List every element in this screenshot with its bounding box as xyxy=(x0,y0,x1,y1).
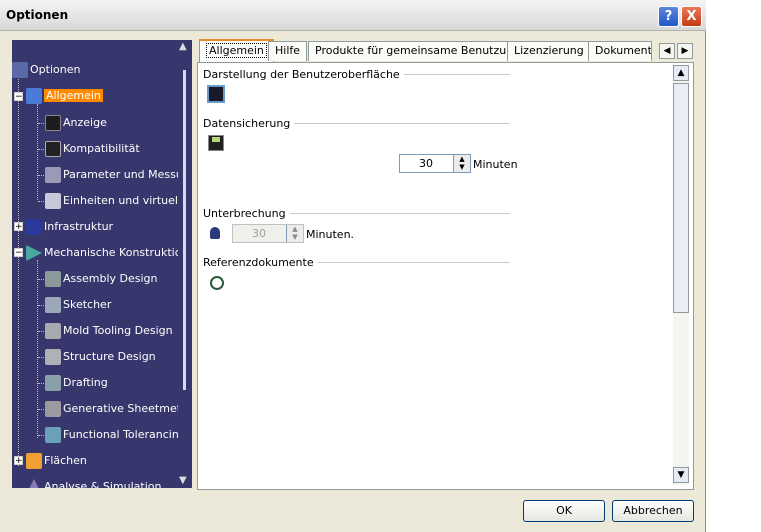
surfaces-icon xyxy=(26,453,42,469)
tab-hilfe[interactable]: Hilfe xyxy=(268,41,308,61)
analysis-icon xyxy=(26,479,42,488)
section-title-interruption: Unterbrechung xyxy=(203,207,290,220)
interruption-interval-input[interactable] xyxy=(233,225,285,242)
scroll-down-icon[interactable]: ▼ xyxy=(179,476,187,486)
options-tree: Optionen − Allgemein Anzeige Kompatibili… xyxy=(12,40,178,488)
panel-scrollbar[interactable]: ▲ ▼ xyxy=(673,65,689,485)
tree-item-generative-sheetmetal[interactable]: Generative Sheetmetal xyxy=(45,399,178,419)
tree-item-anzeige[interactable]: Anzeige xyxy=(45,113,107,133)
scroll-up-icon[interactable]: ▲ xyxy=(179,42,187,52)
ui-display-icon[interactable] xyxy=(207,85,225,103)
tree-item-mechanische-konstruktion[interactable]: Mechanische Konstruktion xyxy=(26,243,178,263)
sketcher-icon xyxy=(45,297,61,313)
tree-item-analyse[interactable]: Analyse & Simulation xyxy=(26,477,161,488)
tree-item-mold-tooling[interactable]: Mold Tooling Design xyxy=(45,321,173,341)
window-title: Optionen xyxy=(6,8,69,22)
interruption-interval-stepper[interactable]: ▲▼ xyxy=(232,224,304,243)
section-title-references: Referenzdokumente xyxy=(203,256,318,269)
tree-item-structure-design[interactable]: Structure Design xyxy=(45,347,156,367)
lightbulb-icon xyxy=(210,227,220,239)
tab-allgemein[interactable]: Allgemein xyxy=(199,39,274,63)
tree-item-einheiten[interactable]: Einheiten und virtuelle F xyxy=(45,191,178,211)
infrastructure-icon xyxy=(26,219,42,235)
assembly-icon xyxy=(45,271,61,287)
cancel-button[interactable]: Abbrechen xyxy=(612,500,694,522)
tree-item-parameter[interactable]: Parameter und Messung xyxy=(45,165,178,185)
tree-item-allgemein[interactable]: Allgemein xyxy=(26,86,103,106)
title-bar: Optionen ? X xyxy=(0,0,706,31)
tree-expander-flaechen[interactable]: + xyxy=(14,456,23,466)
tab-scroll-right-icon[interactable]: ▶ xyxy=(677,43,693,59)
parameters-icon xyxy=(45,167,61,183)
tree-item-assembly-design[interactable]: Assembly Design xyxy=(45,269,158,289)
tab-lizenzierung[interactable]: Lizenzierung xyxy=(507,41,591,61)
tree-item-kompatibilitaet[interactable]: Kompatibilität xyxy=(45,139,140,159)
tree-item-infrastruktur[interactable]: Infrastruktur xyxy=(26,217,113,237)
tab-dokument[interactable]: Dokument xyxy=(588,41,652,61)
backup-unit-label: Minuten xyxy=(473,158,518,171)
units-icon xyxy=(45,193,61,209)
tab-content-panel: Darstellung der Benutzeroberfläche Daten… xyxy=(197,62,694,490)
section-title-backup: Datensicherung xyxy=(203,117,295,130)
tree-scrollbar[interactable]: ▲ ▼ xyxy=(178,40,192,488)
help-button[interactable]: ? xyxy=(658,6,679,27)
compatibility-icon xyxy=(45,141,61,157)
interruption-spin-arrows-icon[interactable]: ▲ ▼ xyxy=(286,225,303,242)
tree-item-functional-tolerancing[interactable]: Functional Tolerancing xyxy=(45,425,178,445)
tree-scroll-thumb[interactable] xyxy=(183,70,186,390)
tree-expander-allgemein[interactable]: − xyxy=(14,92,23,102)
close-button[interactable]: X xyxy=(681,6,702,27)
backup-spin-arrows-icon[interactable]: ▲ ▼ xyxy=(453,155,470,172)
options-dialog: Optionen ? X Optionen − Allgemein Anzeig… xyxy=(0,0,706,532)
general-icon xyxy=(26,88,42,104)
tree-item-drafting[interactable]: Drafting xyxy=(45,373,108,393)
mechanical-icon xyxy=(26,245,42,261)
tree-expander-mechanisch[interactable]: − xyxy=(14,248,23,258)
sheetmetal-icon xyxy=(45,401,61,417)
drafting-icon xyxy=(45,375,61,391)
tab-produkte[interactable]: Produkte für gemeinsame Benutzung xyxy=(308,41,528,61)
backup-interval-stepper[interactable]: ▲▼ xyxy=(399,154,471,173)
tree-root[interactable]: Optionen xyxy=(12,60,80,80)
tolerancing-icon xyxy=(45,427,61,443)
reference-documents-icon[interactable] xyxy=(210,276,224,290)
tab-scroll-left-icon[interactable]: ◀ xyxy=(659,43,675,59)
options-root-icon xyxy=(12,62,28,78)
structure-icon xyxy=(45,349,61,365)
display-icon xyxy=(45,115,61,131)
tree-item-flaechen[interactable]: Flächen xyxy=(26,451,87,471)
tree-item-sketcher[interactable]: Sketcher xyxy=(45,295,111,315)
interruption-unit-label: Minuten. xyxy=(306,228,355,241)
section-title-ui: Darstellung der Benutzeroberfläche xyxy=(203,68,404,81)
panel-scroll-up-icon[interactable]: ▲ xyxy=(673,65,689,81)
tree-expander-infrastruktur[interactable]: + xyxy=(14,222,23,232)
save-icon[interactable] xyxy=(208,135,224,151)
panel-scroll-down-icon[interactable]: ▼ xyxy=(673,467,689,483)
mold-icon xyxy=(45,323,61,339)
backup-interval-input[interactable] xyxy=(400,155,452,172)
ok-button[interactable]: OK xyxy=(523,500,605,522)
panel-scroll-thumb[interactable] xyxy=(673,83,689,313)
